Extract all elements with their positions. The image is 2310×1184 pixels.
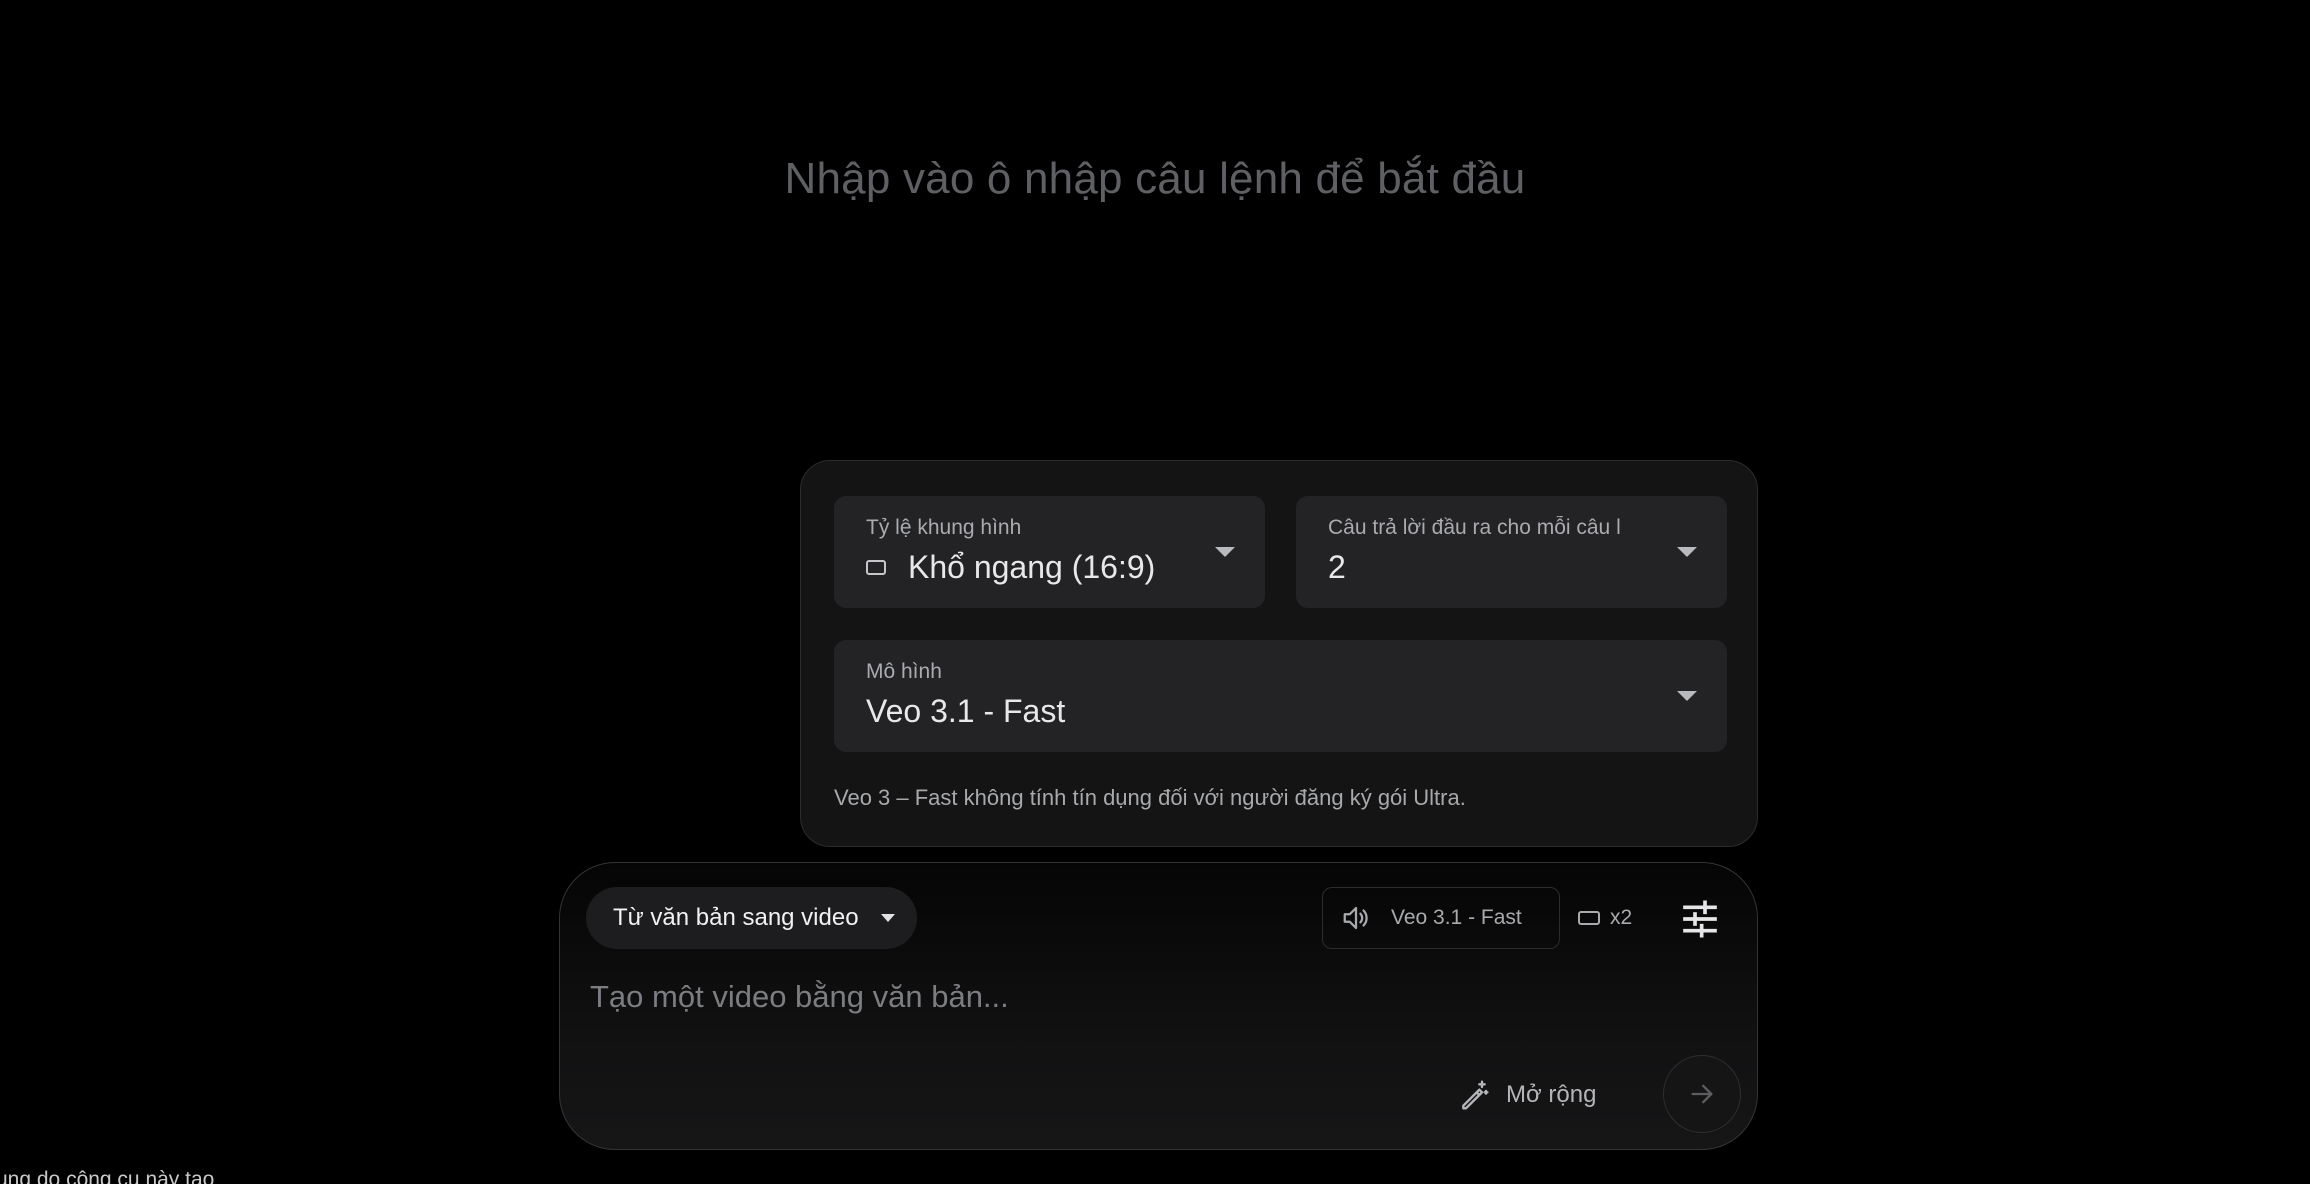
aspect-ratio-label: Tỷ lệ khung hình [866,516,1022,539]
page: Nhập vào ô nhập câu lệnh để bắt đầu Tỷ l… [0,0,2310,1184]
aspect-ratio-select[interactable]: Tỷ lệ khung hình Khổ ngang (16:9) [834,496,1265,608]
page-title: Nhập vào ô nhập câu lệnh để bắt đầu [784,154,1526,203]
model-chip[interactable]: Veo 3.1 - Fast [1322,887,1560,949]
send-button[interactable] [1663,1055,1741,1133]
footer-disclaimer: ung do công cụ này tạo [0,1168,215,1184]
aspect-ratio-value: Khổ ngang (16:9) [908,549,1156,585]
arrow-right-icon [1691,1084,1713,1104]
chevron-down-icon [880,914,895,922]
mode-label: Từ văn bản sang video [613,904,859,931]
model-label: Mô hình [866,660,942,683]
magic-pen-icon [1462,1080,1489,1110]
model-value: Veo 3.1 - Fast [866,693,1066,729]
aspect-ratio-value-row: Khổ ngang (16:9) [866,549,1155,586]
model-chip-label: Veo 3.1 - Fast [1391,906,1522,929]
aspect-count-chip[interactable]: x2 [1578,887,1632,949]
output-count: x2 [1610,906,1633,929]
landscape-rectangle-icon [1578,911,1600,925]
prompt-composer: Từ văn bản sang video Veo 3.1 - Fast x2 [559,862,1758,1150]
settings-panel: Tỷ lệ khung hình Khổ ngang (16:9) Câu tr… [800,460,1758,847]
chevron-down-icon [1215,547,1235,557]
chevron-down-icon [1677,547,1697,557]
speaker-icon [1343,906,1368,930]
credits-note: Veo 3 – Fast không tính tín dụng đối với… [834,785,1466,810]
outputs-per-prompt-value: 2 [1328,549,1346,585]
landscape-rectangle-icon [866,560,886,575]
model-select[interactable]: Mô hình Veo 3.1 - Fast [834,640,1727,752]
mode-dropdown[interactable]: Từ văn bản sang video [586,887,917,949]
expand-label: Mở rộng [1506,1081,1597,1108]
expand-button[interactable]: Mở rộng [1458,1073,1596,1117]
chevron-down-icon [1677,691,1697,701]
tune-settings-icon[interactable] [1680,899,1720,939]
outputs-per-prompt-label: Câu trả lời đầu ra cho mỗi câu l [1328,516,1621,539]
prompt-input[interactable] [590,967,1690,1027]
outputs-per-prompt-select[interactable]: Câu trả lời đầu ra cho mỗi câu l 2 [1296,496,1727,608]
